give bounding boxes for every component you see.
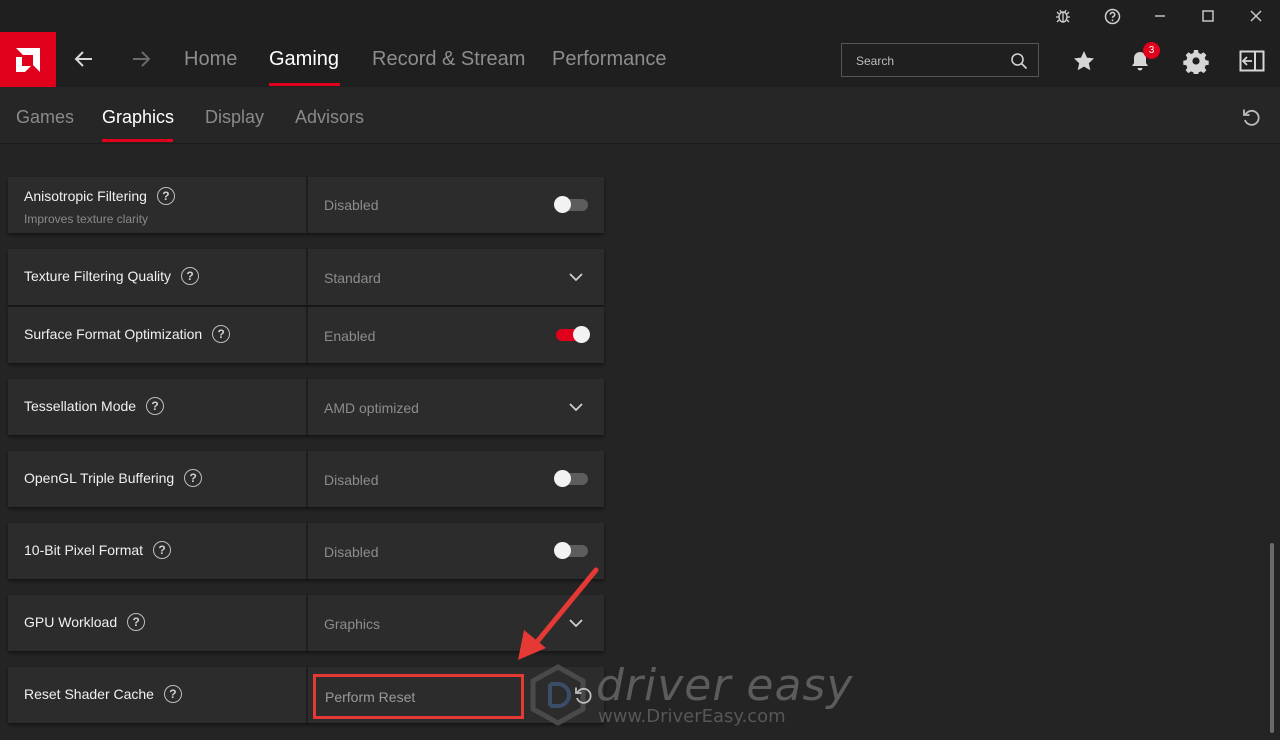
help-icon[interactable]: ? [146, 397, 165, 415]
help-icon[interactable]: ? [156, 187, 175, 205]
setting-label: 10-Bit Pixel Format? [24, 541, 172, 559]
opengl-triple-buffering-toggle[interactable] [554, 470, 588, 487]
search-icon[interactable] [1010, 52, 1028, 70]
anisotropic-filtering-toggle[interactable] [554, 196, 588, 213]
help-icon[interactable] [1089, 0, 1135, 32]
setting-sublabel: Improves texture clarity [24, 212, 149, 226]
sub-navigation [0, 87, 1280, 144]
setting-label: Anisotropic Filtering? [24, 187, 175, 205]
setting-value: Disabled [324, 197, 379, 213]
help-icon[interactable]: ? [184, 469, 203, 487]
notification-badge: 3 [1143, 42, 1160, 59]
setting-label: Tessellation Mode? [24, 397, 165, 415]
setting-label: Texture Filtering Quality? [24, 267, 200, 285]
minimize-icon[interactable] [1137, 0, 1183, 32]
surface-format-optimization-toggle[interactable] [556, 326, 590, 343]
reset-all-icon[interactable] [1240, 106, 1262, 128]
setting-value: Disabled [324, 544, 379, 560]
perform-reset-button[interactable]: Perform Reset [313, 674, 524, 719]
chevron-down-icon[interactable] [569, 270, 583, 284]
setting-value: Graphics [324, 616, 381, 632]
settings-gear-icon[interactable] [1183, 48, 1209, 74]
tab-performance[interactable]: Performance [552, 48, 667, 71]
10-bit-pixel-format-toggle[interactable] [554, 542, 588, 559]
subtab-graphics[interactable]: Graphics [102, 107, 174, 128]
help-icon[interactable]: ? [153, 541, 172, 559]
scrollbar[interactable] [1270, 543, 1274, 733]
tab-record-stream[interactable]: Record & Stream [372, 48, 525, 71]
setting-row-tessellation-mode: Tessellation Mode? AMD optimized [8, 379, 604, 435]
setting-value: Disabled [324, 472, 379, 488]
amd-logo[interactable] [0, 32, 56, 87]
setting-value: Enabled [324, 328, 376, 344]
back-arrow-icon[interactable] [72, 47, 96, 71]
setting-row-texture-filtering-quality: Texture Filtering Quality? Standard [8, 249, 604, 305]
setting-label: Reset Shader Cache? [24, 685, 182, 703]
setting-label: OpenGL Triple Buffering? [24, 469, 203, 487]
setting-value: AMD optimized [324, 400, 419, 416]
active-subtab-indicator [102, 139, 173, 142]
forward-arrow-icon[interactable] [129, 47, 153, 71]
sidebar-toggle-icon[interactable] [1239, 48, 1265, 74]
setting-value: Standard [324, 270, 381, 286]
subtab-advisors[interactable]: Advisors [295, 107, 364, 128]
search-input[interactable] [856, 52, 1006, 70]
setting-row-surface-format-optimization: Surface Format Optimization? Enabled [8, 307, 604, 363]
maximize-icon[interactable] [1185, 0, 1231, 32]
setting-row-opengl-triple-buffering: OpenGL Triple Buffering? Disabled [8, 451, 604, 507]
setting-label: Surface Format Optimization? [24, 325, 231, 343]
bug-icon[interactable] [1040, 0, 1086, 32]
subtab-games[interactable]: Games [16, 107, 74, 128]
watermark-brand: driver easy [596, 660, 854, 711]
help-icon[interactable]: ? [212, 325, 231, 343]
help-icon[interactable]: ? [127, 613, 146, 631]
setting-row-anisotropic-filtering: Anisotropic Filtering? Improves texture … [8, 177, 604, 233]
tab-gaming[interactable]: Gaming [269, 48, 339, 71]
chevron-down-icon[interactable] [569, 400, 583, 414]
help-icon[interactable]: ? [181, 267, 200, 285]
title-bar [0, 0, 1280, 32]
favorites-star-icon[interactable] [1071, 48, 1097, 74]
subtab-display[interactable]: Display [205, 107, 264, 128]
reset-icon[interactable] [572, 684, 594, 706]
close-icon[interactable] [1233, 0, 1279, 32]
active-tab-indicator [269, 83, 340, 86]
setting-label: GPU Workload? [24, 613, 146, 631]
watermark-url: www.DriverEasy.com [598, 706, 786, 727]
search-box[interactable] [841, 43, 1039, 77]
tab-home[interactable]: Home [184, 48, 237, 71]
help-icon[interactable]: ? [163, 685, 182, 703]
annotation-arrow [518, 567, 599, 660]
